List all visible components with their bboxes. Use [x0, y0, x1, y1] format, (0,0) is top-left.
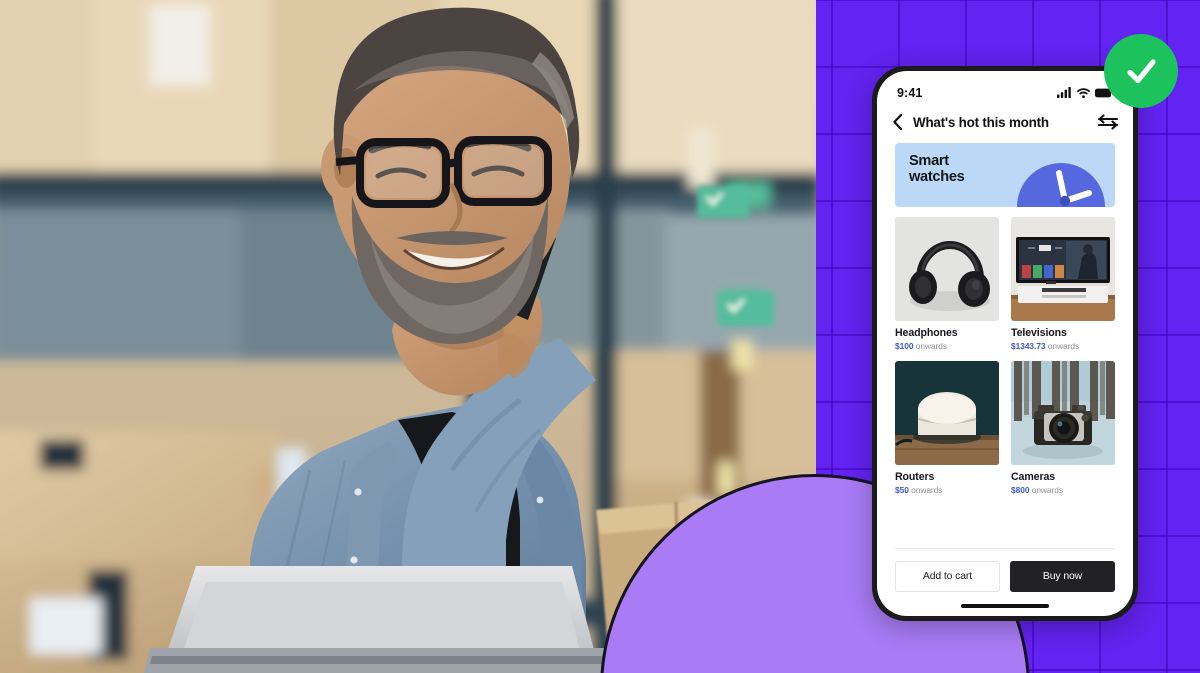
product-card-cameras[interactable]: Cameras $800 onwards	[1011, 361, 1115, 495]
product-name: Televisions	[1011, 327, 1067, 339]
action-bar: Add to cart Buy now	[877, 549, 1133, 600]
camera-illustration	[1011, 361, 1115, 465]
product-grid: Headphones $100 onwards Televisions $134…	[877, 217, 1133, 536]
product-name: Routers	[895, 471, 935, 483]
product-price-suffix: onwards	[1047, 341, 1080, 351]
product-card-routers[interactable]: Routers $50 onwards	[895, 361, 999, 495]
promo-banner-line1: Smart	[909, 153, 949, 169]
status-icons	[1057, 87, 1113, 98]
headphones-illustration	[895, 217, 999, 321]
wifi-icon	[1077, 88, 1090, 98]
promo-banner-text: Smart watches	[895, 143, 965, 207]
promo-banner-line2: watches	[909, 169, 965, 186]
home-indicator[interactable]	[961, 604, 1049, 608]
product-price: $50 onwards	[895, 485, 999, 495]
promo-banner[interactable]: Smart watches	[895, 143, 1115, 207]
promo-composite: 9:41 What's hot this month Smart watches…	[0, 0, 1200, 673]
check-mark-glyph	[1127, 59, 1156, 84]
product-price: $800 onwards	[1011, 485, 1115, 495]
filter-sort-icon[interactable]	[1097, 114, 1119, 130]
product-price: $100 onwards	[895, 341, 999, 351]
product-price-suffix: onwards	[1031, 485, 1064, 495]
check-circle-icon	[1104, 34, 1178, 108]
product-price-amount: $50	[895, 485, 909, 495]
router-photo	[895, 361, 999, 465]
page-title: What's hot this month	[913, 114, 1049, 130]
television-illustration	[1011, 217, 1115, 321]
product-name: Headphones	[895, 327, 958, 339]
television-photo	[1011, 217, 1115, 321]
phone-mockup: 9:41 What's hot this month Smart watches…	[872, 66, 1138, 621]
cellular-signal-icon	[1057, 87, 1071, 98]
product-price-amount: $1343.73	[1011, 341, 1046, 351]
product-price-suffix: onwards	[911, 485, 943, 495]
phone-screen: 9:41 What's hot this month Smart watches…	[877, 71, 1133, 616]
product-price: $1343.73 onwards	[1011, 341, 1115, 351]
app-bar: What's hot this month	[877, 105, 1133, 143]
camera-photo	[1011, 361, 1115, 465]
buy-now-button[interactable]: Buy now	[1010, 561, 1115, 592]
status-bar: 9:41	[877, 71, 1133, 105]
status-time: 9:41	[897, 85, 923, 100]
product-price-amount: $100	[895, 341, 914, 351]
add-to-cart-button[interactable]: Add to cart	[895, 561, 1000, 592]
product-card-headphones[interactable]: Headphones $100 onwards	[895, 217, 999, 351]
chevron-left-icon[interactable]	[891, 113, 905, 131]
clock-half-circle-icon	[1017, 163, 1105, 207]
product-price-suffix: onwards	[915, 341, 948, 351]
product-name: Cameras	[1011, 471, 1056, 483]
product-card-televisions[interactable]: Televisions $1343.73 onwards	[1011, 217, 1115, 351]
headphones-photo	[895, 217, 999, 321]
product-price-amount: $800	[1011, 485, 1030, 495]
router-illustration	[895, 361, 999, 465]
